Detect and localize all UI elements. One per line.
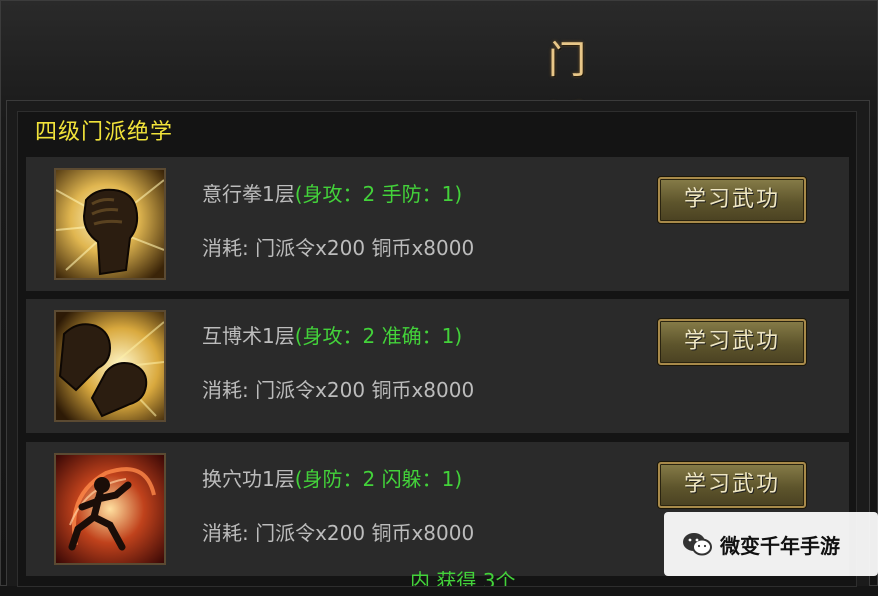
- skill-name: 换穴功1层: [202, 467, 295, 491]
- skill-cost: 消耗: 门派令x200 铜币x8000: [202, 378, 475, 402]
- skill-row: 意行拳1层(身攻：2 手防：1) 消耗: 门派令x200 铜币x8000 学习武…: [26, 157, 849, 291]
- martial-pose-icon: [54, 453, 166, 565]
- skill-name-line: 意行拳1层(身攻：2 手防：1): [202, 179, 462, 209]
- learn-skill-button[interactable]: 学习武功: [658, 462, 806, 508]
- learn-skill-button[interactable]: 学习武功: [658, 177, 806, 223]
- watermark-text: 微变千年手游: [720, 533, 840, 558]
- skill-cost: 消耗: 门派令x200 铜币x8000: [202, 521, 475, 545]
- skill-name-line: 互博术1层(身攻：2 准确：1): [202, 321, 462, 351]
- skill-stats: (身防：2 闪躲：1): [294, 467, 463, 491]
- section-title: 四级门派绝学: [35, 120, 174, 145]
- wechat-icon: [683, 533, 712, 556]
- double-fist-icon: [54, 310, 166, 422]
- skill-name: 互博术1层: [202, 324, 295, 348]
- skill-stats: (身攻：2 准确：1): [294, 324, 463, 348]
- footer-partial-text: 内 获得 3个: [410, 569, 516, 593]
- skill-row: 互博术1层(身攻：2 准确：1) 消耗: 门派令x200 铜币x8000 学习武…: [26, 299, 849, 433]
- window-title: 门 派: [548, 38, 609, 142]
- skill-name: 意行拳1层: [202, 182, 295, 206]
- skill-stats: (身攻：2 手防：1): [294, 182, 463, 206]
- watermark: 微变千年手游: [682, 524, 840, 564]
- learn-skill-button[interactable]: 学习武功: [658, 319, 806, 365]
- skill-name-line: 换穴功1层(身防：2 闪躲：1): [202, 464, 462, 494]
- single-fist-icon: [54, 168, 166, 280]
- skill-cost: 消耗: 门派令x200 铜币x8000: [202, 236, 475, 260]
